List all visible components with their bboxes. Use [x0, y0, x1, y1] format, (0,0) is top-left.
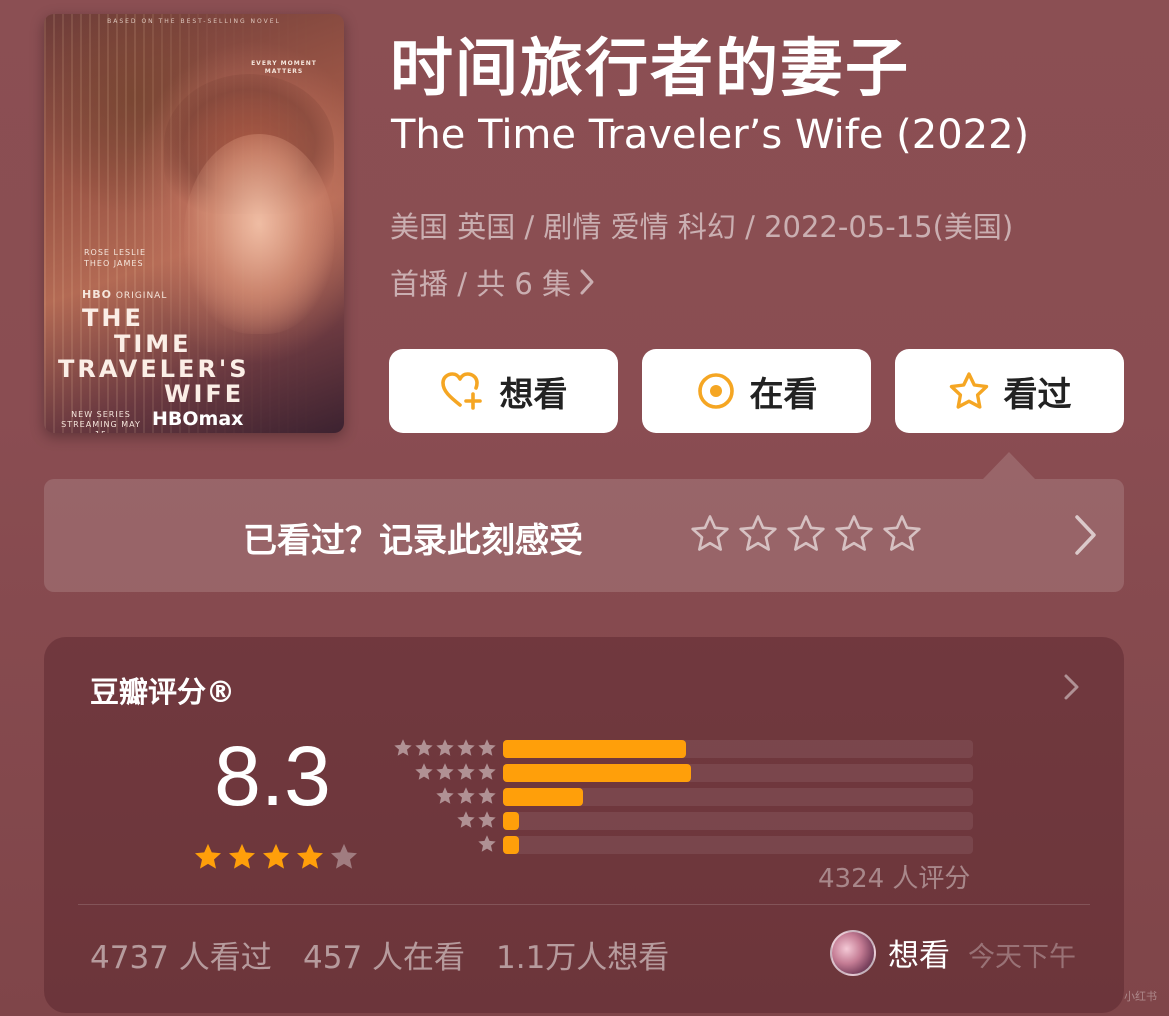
star-small-icon [457, 763, 475, 780]
title-english: The Time Traveler’s Wife (2022) [391, 112, 1030, 158]
rate-prompt-text: 已看过？记录此刻感受 [243, 521, 583, 561]
rating-bar-track [503, 836, 973, 854]
panel-pointer [983, 452, 1035, 479]
star-outline-icon[interactable] [738, 514, 778, 554]
star-small-icon [457, 787, 475, 804]
rate-star-row[interactable] [690, 514, 922, 554]
star-small-icon [478, 763, 496, 780]
chevron-right-icon [580, 269, 594, 295]
meta-info-line-1: 美国 英国 / 剧情 爱情 科幻 / 2022-05-15(美国) [390, 210, 1014, 244]
star-outline-icon[interactable] [882, 514, 922, 554]
watched-button[interactable]: 看过 [895, 349, 1124, 433]
stat-watching[interactable]: 457 人在看 [303, 932, 465, 977]
want-to-watch-button[interactable]: 想看 [389, 349, 618, 433]
star-outline-icon[interactable] [690, 514, 730, 554]
star-small-icon [478, 811, 496, 828]
want-to-watch-label: 想看 [499, 374, 568, 415]
rating-row-5-star [380, 738, 980, 758]
rating-bar-fill [503, 812, 519, 830]
star-small-icon [394, 739, 412, 756]
avatar[interactable] [830, 930, 876, 976]
divider [78, 904, 1090, 905]
poster-network-badge-bold: HBO [82, 288, 112, 301]
poster-title-line: THE [82, 304, 144, 332]
rating-bar-track [503, 812, 973, 830]
poster-network-badge-rest: ORIGINAL [115, 291, 168, 301]
title-chinese: 时间旅行者的妻子 [390, 32, 910, 105]
rating-row-stars [414, 762, 497, 782]
star-filled-icon [263, 843, 289, 869]
star-small-icon [478, 835, 496, 852]
target-circle-icon [697, 373, 734, 409]
watermark: 小红书 [1124, 990, 1157, 1003]
star-filled-icon [229, 843, 255, 869]
rating-bar-fill [503, 788, 583, 806]
rating-row-1-star [380, 834, 980, 854]
poster-cast-1: ROSE LESLIE [84, 248, 146, 257]
star-filled-icon [195, 843, 221, 869]
rating-bar-fill [503, 740, 687, 758]
star-small-icon [436, 787, 454, 804]
star-small-icon [436, 739, 454, 756]
poster-streamer-logo: HBOmax [152, 408, 244, 430]
stat-want[interactable]: 1.1万人想看 [496, 932, 669, 977]
rating-bar-track [503, 788, 973, 806]
star-outline-icon [949, 372, 988, 409]
rate-prompt-panel[interactable] [44, 479, 1124, 592]
friend-activity-action: 想看 [888, 938, 950, 974]
rating-row-stars [456, 810, 497, 830]
raters-count: 4324 人评分 [818, 864, 971, 894]
star-filled-icon [297, 843, 323, 869]
star-outline-icon[interactable] [834, 514, 874, 554]
poster-tagline: BASED ON THE BEST-SELLING NOVEL [107, 18, 281, 25]
meta-info-line-2: 首播 / 共 6 集 [390, 267, 572, 301]
star-small-icon [415, 763, 433, 780]
poster-tagline-corner: EVERY MOMENT MATTERS [251, 60, 317, 75]
heart-plus-icon [440, 372, 482, 410]
rating-row-4-star [380, 762, 980, 782]
rating-bar-fill [503, 764, 691, 782]
chevron-right-icon[interactable] [1070, 512, 1100, 558]
chevron-right-icon[interactable] [1062, 672, 1082, 702]
rating-distribution [380, 738, 980, 858]
watching-label: 在看 [749, 374, 818, 415]
rating-bar-track [503, 764, 973, 782]
star-small-icon [436, 763, 454, 780]
star-small-icon [457, 739, 475, 756]
douban-score-title: 豆瓣评分® [90, 675, 236, 709]
star-small-icon [457, 811, 475, 828]
watched-label: 看过 [1003, 374, 1072, 415]
poster-release-note: NEW SERIES STREAMING MAY 15 [61, 410, 141, 433]
rating-bar-fill [503, 836, 519, 854]
stat-watched[interactable]: 4737 人看过 [90, 932, 272, 977]
movie-poster[interactable]: BASED ON THE BEST-SELLING NOVEL EVERY MO… [44, 14, 344, 433]
poster-title-line: WIFE [164, 380, 245, 408]
star-empty-icon [331, 843, 357, 869]
rating-row-stars [393, 738, 497, 758]
rating-row-3-star [380, 786, 980, 806]
rating-bar-track [503, 740, 973, 758]
rating-row-2-star [380, 810, 980, 830]
poster-network-badge: HBO ORIGINAL [82, 288, 167, 301]
star-small-icon [415, 739, 433, 756]
rating-row-stars [435, 786, 497, 806]
watching-button[interactable]: 在看 [642, 349, 871, 433]
rating-row-stars [477, 834, 497, 854]
meta-info-link[interactable]: 首播 / 共 6 集 [390, 261, 595, 303]
poster-title-line: TRAVELER'S [58, 355, 250, 383]
star-small-icon [478, 787, 496, 804]
star-outline-icon[interactable] [786, 514, 826, 554]
poster-cast-2: THEO JAMES [84, 259, 144, 268]
poster-title-line: TIME [114, 330, 192, 358]
star-small-icon [478, 739, 496, 756]
douban-score-stars [193, 842, 359, 872]
friend-activity-time: 今天下午 [968, 942, 1076, 973]
douban-score-value: 8.3 [214, 729, 331, 823]
